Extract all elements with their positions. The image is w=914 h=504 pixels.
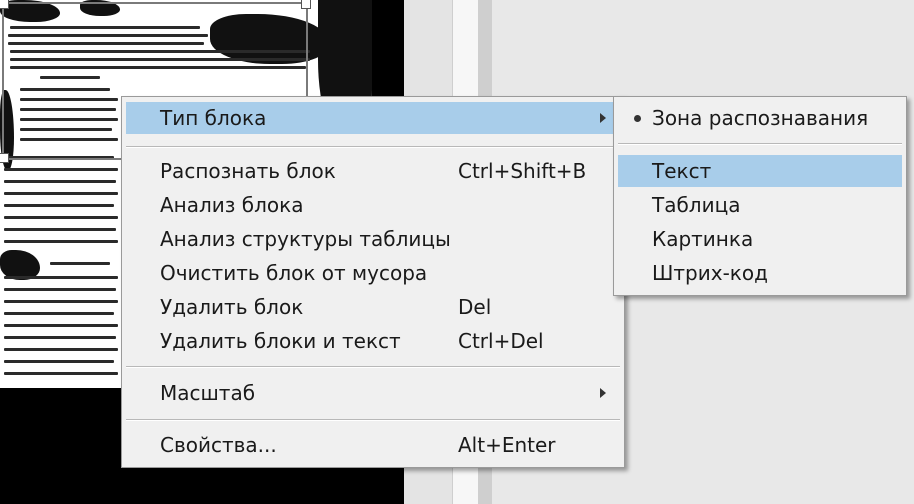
submenu-item-table[interactable]: Таблица [618, 189, 902, 221]
menu-separator [126, 419, 620, 421]
menu-item-recognize-block[interactable]: Распознать блок Ctrl+Shift+B [126, 155, 620, 187]
menu-item-label: Свойства... [160, 433, 277, 457]
resize-handle[interactable] [0, 153, 9, 163]
menu-item-properties[interactable]: Свойства... Alt+Enter [126, 429, 620, 461]
submenu-item-label: Штрих-код [652, 261, 768, 285]
menu-item-shortcut: Ctrl+Shift+B [458, 159, 587, 183]
menu-item-shortcut: Del [458, 295, 492, 319]
resize-handle[interactable] [301, 0, 311, 9]
menu-item-clean-block[interactable]: Очистить блок от мусора [126, 257, 620, 289]
menu-separator [126, 146, 620, 148]
submenu-item-recognition-zone[interactable]: Зона распознавания [618, 102, 902, 134]
context-menu: Тип блока Распознать блок Ctrl+Shift+B А… [121, 96, 625, 468]
submenu-arrow-icon [600, 388, 606, 398]
menu-item-label: Масштаб [160, 381, 256, 405]
menu-item-label: Распознать блок [160, 159, 336, 183]
menu-item-delete-block[interactable]: Удалить блок Del [126, 291, 620, 323]
block-type-submenu: Зона распознавания Текст Таблица Картинк… [613, 96, 907, 296]
submenu-item-picture[interactable]: Картинка [618, 223, 902, 255]
menu-separator [618, 143, 902, 145]
menu-separator [126, 366, 620, 368]
menu-item-label: Анализ структуры таблицы [160, 227, 451, 251]
submenu-item-label: Картинка [652, 227, 754, 251]
menu-item-shortcut: Alt+Enter [458, 433, 556, 457]
menu-item-label: Удалить блоки и текст [160, 329, 401, 353]
resize-handle[interactable] [0, 0, 9, 9]
radio-bullet-icon [634, 115, 641, 122]
submenu-item-label: Текст [652, 159, 712, 183]
submenu-item-barcode[interactable]: Штрих-код [618, 257, 902, 289]
menu-item-label: Анализ блока [160, 193, 304, 217]
menu-item-label: Удалить блок [160, 295, 304, 319]
menu-item-label: Очистить блок от мусора [160, 261, 428, 285]
menu-item-delete-blocks-and-text[interactable]: Удалить блоки и текст Ctrl+Del [126, 325, 620, 357]
menu-item-block-type[interactable]: Тип блока [126, 102, 620, 134]
menu-item-analyze-block[interactable]: Анализ блока [126, 189, 620, 221]
menu-item-label: Тип блока [160, 106, 267, 130]
menu-item-shortcut: Ctrl+Del [458, 329, 544, 353]
menu-item-zoom[interactable]: Масштаб [126, 377, 620, 409]
submenu-item-text[interactable]: Текст [618, 155, 902, 187]
menu-item-analyze-table-structure[interactable]: Анализ структуры таблицы [126, 223, 620, 255]
submenu-item-label: Таблица [652, 193, 741, 217]
submenu-arrow-icon [600, 113, 606, 123]
submenu-item-label: Зона распознавания [652, 106, 869, 130]
